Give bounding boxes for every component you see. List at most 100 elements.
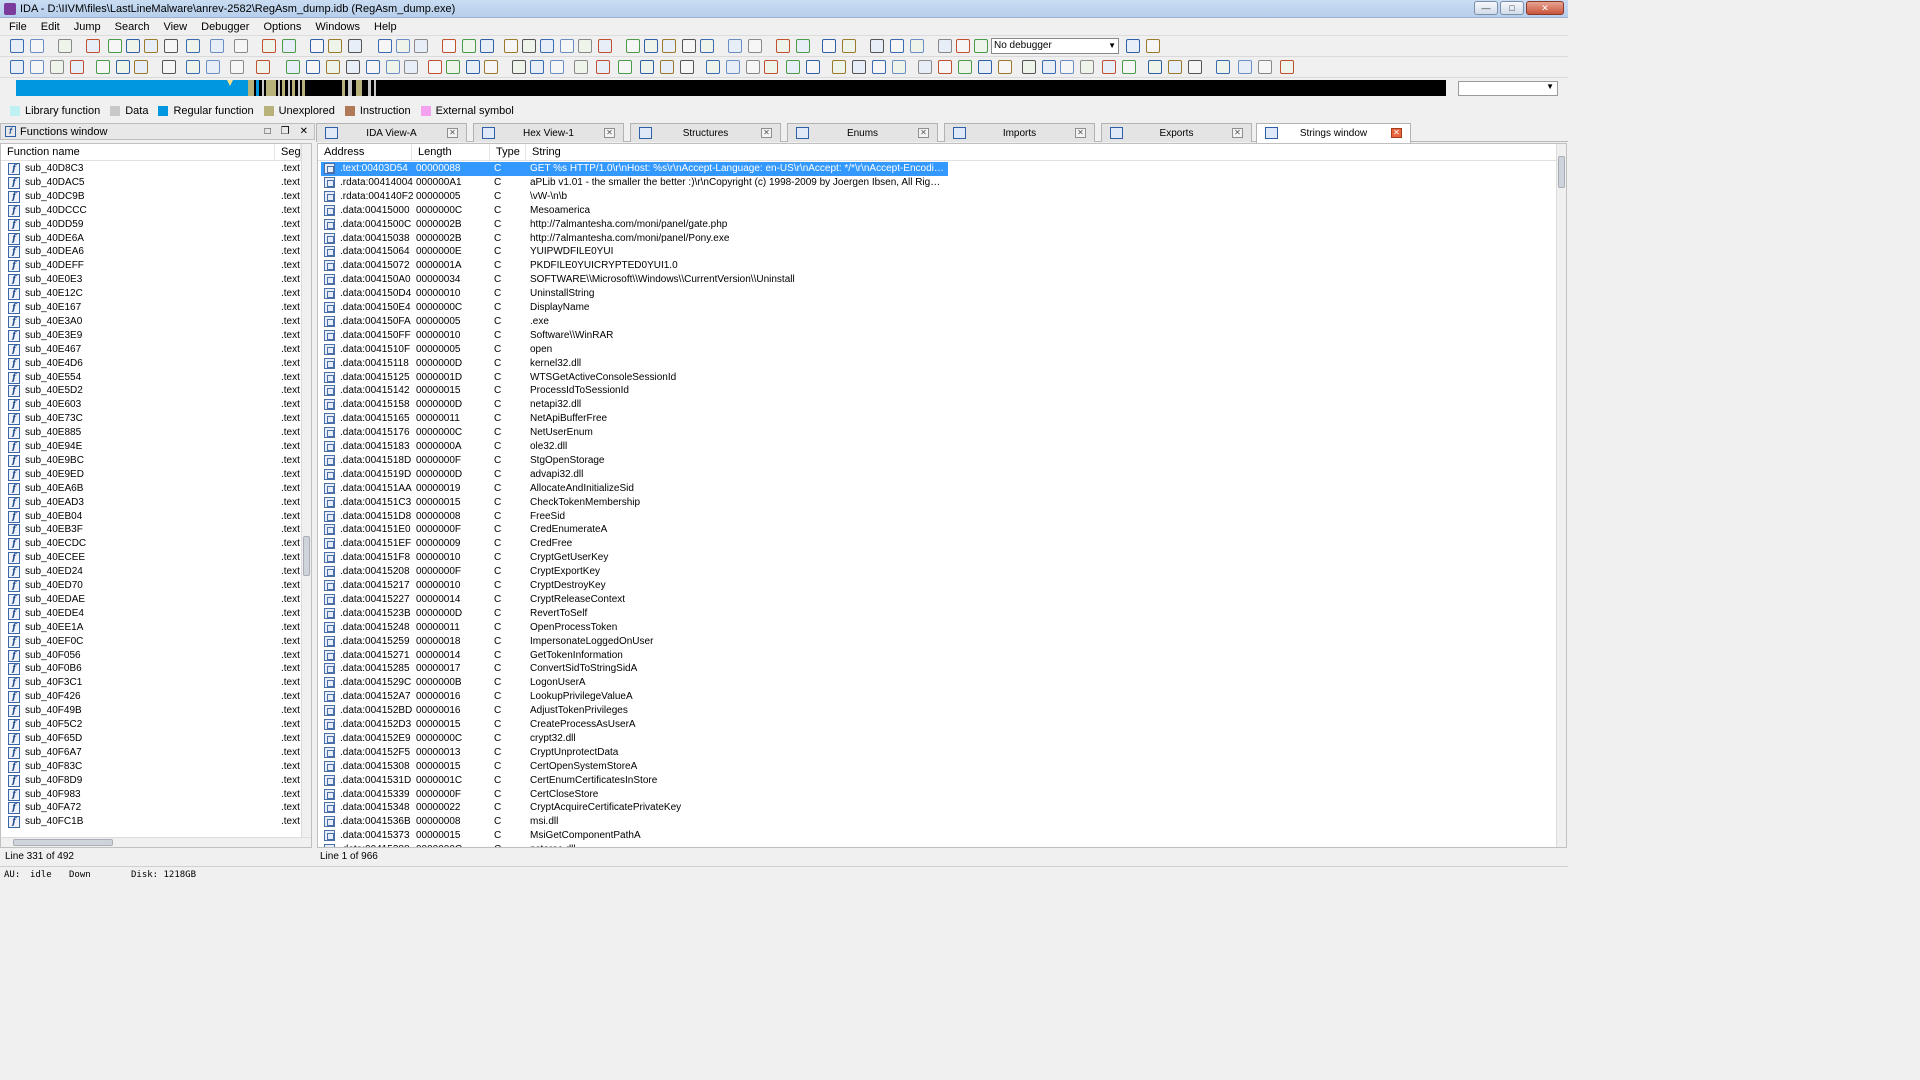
toolbar-icon-9[interactable] [210, 39, 224, 53]
toolbar-icon-40[interactable] [890, 39, 904, 53]
toolbar-icon-29[interactable] [644, 39, 658, 53]
toolbar-icon-14[interactable] [328, 39, 342, 53]
table-row[interactable]: .data:004151C3 00000015 C CheckTokenMembers… [318, 496, 1556, 510]
table-row[interactable]: f sub_40ED24 .text [1, 565, 301, 579]
table-row[interactable]: f sub_40DEA6 .text [1, 245, 301, 259]
toolbar2-icon-20[interactable] [446, 60, 460, 74]
toolbar-icon-6[interactable] [144, 39, 158, 53]
table-row[interactable]: f sub_40EAD3 .text [1, 496, 301, 510]
table-row[interactable]: f sub_40F49B .text [1, 704, 301, 718]
table-row[interactable]: f sub_40DC9B .text [1, 190, 301, 204]
toolbar2-icon-14[interactable] [326, 60, 340, 74]
table-row[interactable]: f sub_40E12C .text [1, 287, 301, 301]
navigation-band[interactable] [16, 80, 1446, 96]
toolbar2-icon-22[interactable] [484, 60, 498, 74]
table-row[interactable]: .data:00415176 0000000C C NetUserEnum [318, 426, 1556, 440]
table-row[interactable]: f sub_40F426 .text [1, 690, 301, 704]
table-row[interactable]: .data:0041529C 0000000B C LogonUserA [318, 676, 1556, 690]
table-row[interactable]: f sub_40DAC5 .text [1, 176, 301, 190]
table-row[interactable]: .data:004151EF 00000009 C CredFree [318, 537, 1556, 551]
toolbar-icon-10[interactable] [234, 39, 248, 53]
segment-select[interactable]: ▼ [1458, 81, 1558, 96]
table-row[interactable]: f sub_40FA72 .text [1, 801, 301, 815]
table-row[interactable]: f sub_40E3A0 .text [1, 315, 301, 329]
toolbar2-icon-56[interactable] [1216, 60, 1230, 74]
toolbar2-icon-1[interactable] [30, 60, 44, 74]
toolbar-icon-23[interactable] [522, 39, 536, 53]
column-header-address[interactable]: Address [318, 144, 412, 161]
toolbar2-icon-45[interactable] [978, 60, 992, 74]
toolbar2-icon-10[interactable] [230, 60, 244, 74]
table-row[interactable]: f sub_40E554 .text [1, 371, 301, 385]
table-row[interactable]: f sub_40E603 .text [1, 398, 301, 412]
table-row[interactable]: f sub_40EDE4 .text [1, 607, 301, 621]
table-row[interactable]: f sub_40DD59 .text [1, 218, 301, 232]
table-row[interactable]: f sub_40ED70 .text [1, 579, 301, 593]
table-row[interactable]: .rdata:00414004 000000A1 CaPLib v1.01 - th… [318, 176, 1556, 190]
table-row[interactable]: .data:00415373 00000015 C MsiGetComponentPa… [318, 829, 1556, 843]
table-row[interactable]: f sub_40F056 .text [1, 649, 301, 663]
toolbar-icon-30[interactable] [662, 39, 676, 53]
toolbar-icon-25[interactable] [560, 39, 574, 53]
toolbar2-icon-51[interactable] [1102, 60, 1116, 74]
toolbar-icon-15[interactable] [348, 39, 362, 53]
table-row[interactable]: f sub_40F3C1 .text [1, 676, 301, 690]
table-row[interactable]: .data:00415217 00000010 C CryptDestroyKey [318, 579, 1556, 593]
table-row[interactable]: f sub_40DE6A .text [1, 232, 301, 246]
toolbar2-icon-30[interactable] [660, 60, 674, 74]
toolbar-icon-36[interactable] [796, 39, 810, 53]
column-header-string[interactable]: String [526, 144, 1556, 161]
toolbar-icon-38[interactable] [842, 39, 856, 53]
toolbar-icon-21[interactable] [480, 39, 494, 53]
column-header-segment[interactable]: Segm [275, 144, 310, 161]
toolbar2-icon-58[interactable] [1258, 60, 1272, 74]
toolbar2-icon-31[interactable] [680, 60, 694, 74]
toolbar2-icon-32[interactable] [706, 60, 720, 74]
toolbar-icon-45[interactable] [1126, 39, 1140, 53]
table-row[interactable]: f sub_40F83C .text [1, 760, 301, 774]
toolbar2-icon-13[interactable] [306, 60, 320, 74]
table-row[interactable]: .data:0041523B 0000000D C RevertToSelf [318, 607, 1556, 621]
toolbar-icon-28[interactable] [626, 39, 640, 53]
table-row[interactable]: f sub_40EDAE .text [1, 593, 301, 607]
toolbar2-icon-9[interactable] [206, 60, 220, 74]
toolbar-icon-5[interactable] [126, 39, 140, 53]
toolbar-icon-7[interactable] [164, 39, 178, 53]
toolbar2-icon-38[interactable] [832, 60, 846, 74]
toolbar2-icon-8[interactable] [186, 60, 200, 74]
toolbar2-icon-28[interactable] [618, 60, 632, 74]
toolbar2-icon-3[interactable] [70, 60, 84, 74]
toolbar2-icon-35[interactable] [764, 60, 778, 74]
table-row[interactable]: f sub_40EA6B .text [1, 482, 301, 496]
table-row[interactable]: .data:00415348 00000022 C CryptAcquireCerti… [318, 801, 1556, 815]
toolbar-icon-13[interactable] [310, 39, 324, 53]
table-row[interactable]: .data:0041531D 0000001C C CertEnumCertifica… [318, 774, 1556, 788]
toolbar2-icon-29[interactable] [640, 60, 654, 74]
toolbar2-icon-43[interactable] [938, 60, 952, 74]
toolbar2-icon-42[interactable] [918, 60, 932, 74]
table-row[interactable]: .rdata:004140F2 00000005 C \vW-\n\b [318, 190, 1556, 204]
column-header-length[interactable]: Length [412, 144, 490, 161]
toolbar-icon-39[interactable] [870, 39, 884, 53]
table-row[interactable]: f sub_40E73C .text [1, 412, 301, 426]
toolbar2-icon-4[interactable] [96, 60, 110, 74]
table-row[interactable]: f sub_40E3E9 .text [1, 329, 301, 343]
toolbar2-icon-16[interactable] [366, 60, 380, 74]
toolbar-icon-20[interactable] [462, 39, 476, 53]
toolbar-icon-3[interactable] [86, 39, 100, 53]
toolbar2-icon-23[interactable] [512, 60, 526, 74]
close-icon[interactable]: ✕ [1391, 128, 1402, 138]
toolbar-icon-33[interactable] [728, 39, 742, 53]
debugger-select[interactable]: No debugger ▼ [991, 38, 1119, 54]
scrollbar-thumb[interactable] [13, 839, 113, 846]
toolbar-icon-1[interactable] [30, 39, 44, 53]
menu-file[interactable]: File [2, 21, 34, 33]
functions-vertical-scrollbar[interactable] [301, 144, 311, 838]
table-row[interactable]: f sub_40E467 .text [1, 343, 301, 357]
toolbar2-icon-55[interactable] [1188, 60, 1202, 74]
tab-exports[interactable]: Exports ✕ [1101, 123, 1252, 142]
toolbar-icon-11[interactable] [262, 39, 276, 53]
maximize-button[interactable]: □ [1500, 1, 1524, 15]
table-row[interactable]: .data:00415118 0000000D Ckernel32.dll [318, 357, 1556, 371]
toolbar2-icon-6[interactable] [134, 60, 148, 74]
